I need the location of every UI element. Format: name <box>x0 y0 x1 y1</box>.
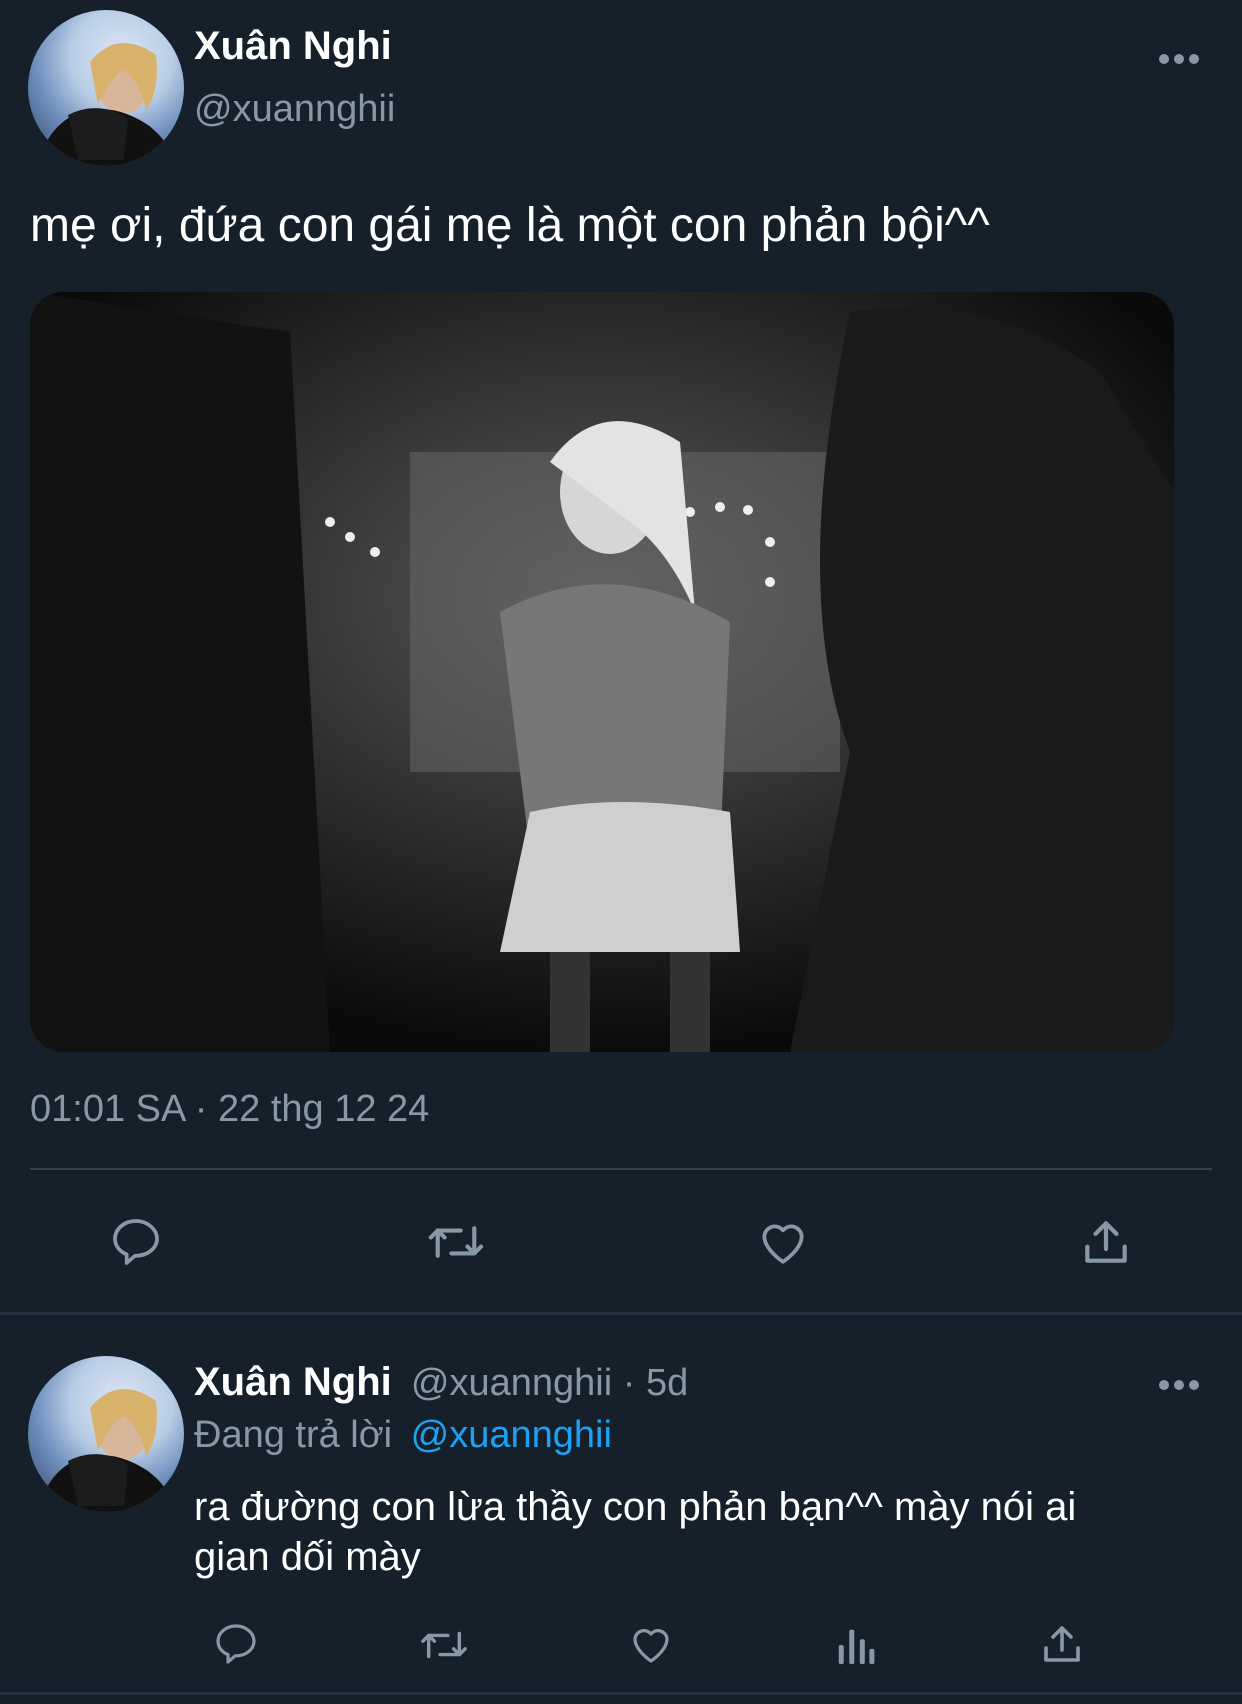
reply-icon[interactable] <box>108 1214 164 1270</box>
section-divider <box>0 1312 1242 1315</box>
author-avatar[interactable] <box>28 10 184 166</box>
reply-text-line-1: ra đường con lừa thầy con phản bạn^^ mày… <box>194 1485 1077 1529</box>
tweet-timestamp: 01:01 SA · 22 thg 12 24 <box>30 1088 430 1130</box>
bottom-divider <box>0 1692 1242 1695</box>
reply-text: ra đường con lừa thầy con phản bạn^^ mày… <box>194 1482 1076 1582</box>
replying-to-handle[interactable]: @xuannghii <box>411 1414 612 1456</box>
divider <box>30 1168 1212 1170</box>
replying-to-label: Đang trả lời <box>194 1414 393 1456</box>
tweet-photo[interactable] <box>30 292 1174 1052</box>
reply-retweet-icon[interactable] <box>416 1622 472 1668</box>
more-horizontal-icon[interactable] <box>1158 52 1200 66</box>
reply-header: Xuân Nghi @xuannghii · 5d <box>194 1360 688 1405</box>
reply-share-icon[interactable] <box>1038 1620 1086 1668</box>
reply-author-avatar[interactable] <box>28 1356 184 1512</box>
author-handle[interactable]: @xuannghii <box>194 88 395 131</box>
author-name[interactable]: Xuân Nghi <box>194 24 392 69</box>
tweet-text: mẹ ơi, đứa con gái mẹ là một con phản bộ… <box>30 199 990 252</box>
reply-author-name[interactable]: Xuân Nghi <box>194 1360 392 1404</box>
retweet-icon[interactable] <box>424 1214 488 1270</box>
reply-analytics-icon[interactable] <box>834 1622 878 1668</box>
reply-like-icon[interactable] <box>626 1620 676 1668</box>
like-icon[interactable] <box>754 1214 812 1270</box>
reply-more-horizontal-icon[interactable] <box>1158 1378 1200 1392</box>
reply-text-line-2: gian dối mày <box>194 1535 421 1579</box>
replying-to: Đang trả lời @xuannghii <box>194 1414 612 1457</box>
reply-reply-icon[interactable] <box>212 1620 260 1668</box>
share-icon[interactable] <box>1078 1214 1134 1270</box>
reply-meta: @xuannghii · 5d <box>410 1362 689 1404</box>
